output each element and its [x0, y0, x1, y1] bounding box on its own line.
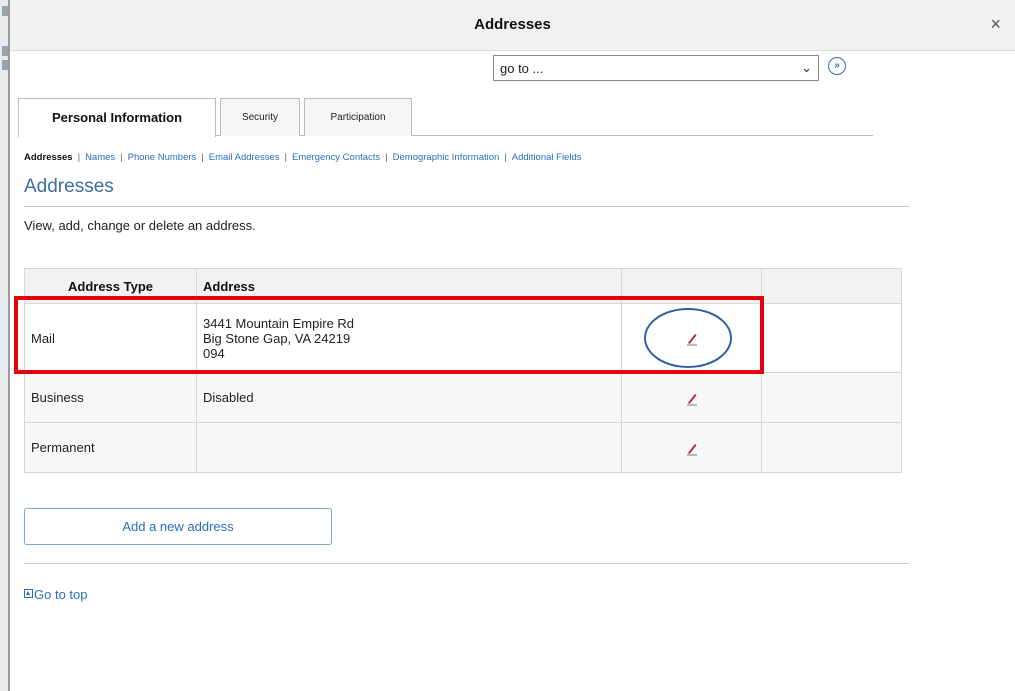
background-window-edge [0, 0, 10, 691]
address-cell [196, 422, 622, 473]
tab-label: Personal Information [51, 110, 183, 125]
goto-select-value: go to ... [500, 61, 544, 76]
address-line: 3441 Mountain Empire Rd [203, 315, 355, 331]
page-description: View, add, change or delete an address. [24, 218, 256, 233]
subnav-names[interactable]: Names [85, 152, 115, 163]
edit-cell [621, 372, 762, 423]
subnav-email-addresses[interactable]: Email Addresses [209, 152, 280, 163]
subnav-separator: | [504, 152, 507, 163]
extra-cell [761, 303, 902, 373]
subnav-separator: | [284, 152, 287, 163]
subnav-separator: | [77, 152, 81, 163]
addresses-dialog: Addresses × go to ... ⌄ » Personal Infor… [10, 0, 1015, 691]
subnav-separator: | [201, 152, 204, 163]
subnav-separator: | [385, 152, 388, 163]
subnav-additional-fields[interactable]: Additional Fields [512, 152, 582, 163]
go-to-top-label: Go to top [34, 587, 88, 602]
edit-pencil-icon[interactable] [685, 330, 699, 346]
dialog-titlebar: Addresses × [10, 0, 1015, 51]
edit-pencil-icon[interactable] [685, 389, 699, 406]
subnav-phone-numbers[interactable]: Phone Numbers [128, 152, 197, 163]
title-divider [24, 206, 909, 207]
tab-label: Security [241, 112, 279, 123]
extra-cell [761, 372, 902, 423]
table-row: Business Disabled [24, 372, 902, 423]
tab-label: Participation [330, 112, 386, 123]
address-line: Big Stone Gap, VA 24219 [203, 330, 351, 346]
goto-select[interactable]: go to ... ⌄ [493, 55, 819, 81]
table-row: Mail 3441 Mountain Empire Rd Big Stone G… [24, 303, 902, 373]
column-header-edit [621, 268, 762, 304]
address-type-cell: Business [24, 372, 197, 423]
add-new-address-button[interactable]: Add a new address [24, 508, 332, 545]
address-type-cell: Mail [24, 303, 197, 373]
section-subnav: Addresses | Names | Phone Numbers | Email Addr… [24, 152, 582, 163]
page-title: Addresses [24, 176, 114, 197]
address-line: 094 [203, 345, 225, 361]
chevron-down-icon: ⌄ [801, 60, 812, 75]
subnav-addresses[interactable]: Addresses [24, 152, 73, 163]
address-cell: 3441 Mountain Empire Rd Big Stone Gap, V… [196, 303, 622, 373]
go-to-top-link[interactable]: Go to top [24, 587, 87, 602]
tab-bar: Personal Information Security Participat… [18, 98, 873, 137]
bottom-divider [24, 563, 909, 564]
tab-security[interactable]: Security [220, 98, 300, 136]
column-header-extra [761, 268, 902, 304]
edit-cell [621, 303, 762, 373]
edit-pencil-icon[interactable] [685, 439, 699, 456]
tab-participation[interactable]: Participation [304, 98, 412, 136]
tab-personal-information[interactable]: Personal Information [18, 98, 216, 137]
table-header-row: Address Type Address [24, 268, 902, 304]
extra-cell [761, 422, 902, 473]
arrow-up-box-icon [24, 589, 33, 598]
address-cell: Disabled [196, 372, 622, 423]
close-icon[interactable]: × [990, 14, 1001, 35]
subnav-emergency-contacts[interactable]: Emergency Contacts [292, 152, 380, 163]
subnav-demographic-information[interactable]: Demographic Information [393, 152, 500, 163]
dialog-title: Addresses [474, 16, 551, 33]
subnav-separator: | [120, 152, 123, 163]
column-header-address: Address [196, 268, 622, 304]
address-line: Disabled [203, 390, 254, 405]
addresses-table: Address Type Address Mail 3441 Mountain … [24, 268, 902, 473]
address-type-cell: Permanent [24, 422, 197, 473]
edit-cell [621, 422, 762, 473]
table-row: Permanent [24, 422, 902, 473]
goto-go-icon[interactable]: » [828, 57, 846, 75]
column-header-address-type: Address Type [24, 268, 197, 304]
